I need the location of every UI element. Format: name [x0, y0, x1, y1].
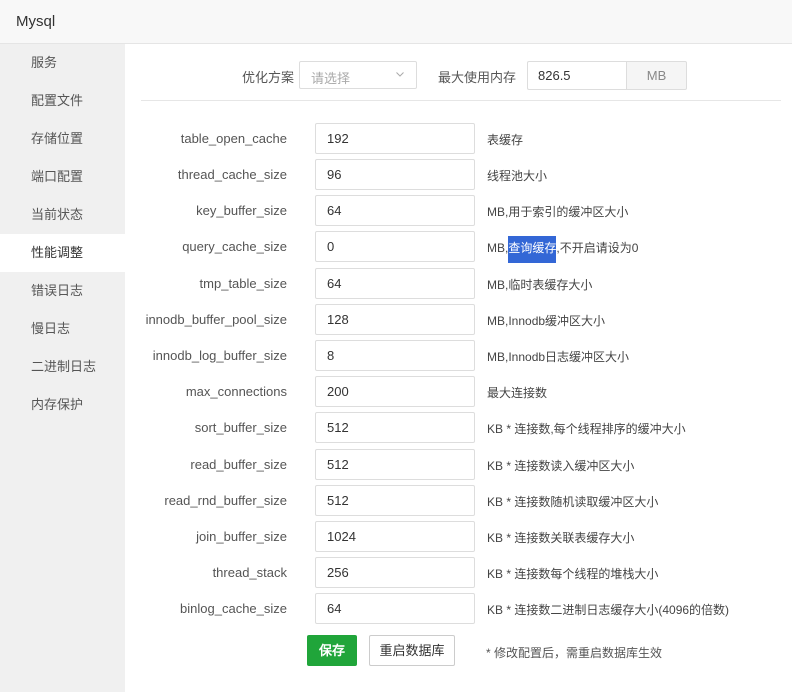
- sidebar-item-binary-log[interactable]: 二进制日志: [0, 348, 125, 386]
- param-desc: MB,查询缓存,不开启请设为0: [487, 236, 639, 263]
- param-input[interactable]: 512: [315, 412, 475, 443]
- param-row-max-connections: max_connections 200 最大连接数: [125, 376, 792, 408]
- param-name: table_open_cache: [180, 131, 287, 146]
- sidebar-item-port-config[interactable]: 端口配置: [0, 158, 125, 196]
- sidebar-item-label: 性能调整: [31, 245, 84, 260]
- param-desc-prefix: MB,: [487, 241, 509, 255]
- sidebar-item-label: 当前状态: [31, 207, 84, 222]
- param-desc: MB,Innodb日志缓冲区大小: [487, 350, 630, 364]
- param-name: binlog_cache_size: [180, 601, 287, 616]
- param-name: query_cache_size: [182, 239, 287, 254]
- param-desc-suffix: ,不开启请设为0: [556, 241, 639, 255]
- param-name: thread_cache_size: [177, 167, 287, 182]
- max-memory-input[interactable]: 826.5: [527, 61, 627, 90]
- param-row-query-cache-size: query_cache_size 0 MB,查询缓存,不开启请设为0: [125, 231, 792, 263]
- chevron-down-icon: [396, 72, 404, 77]
- sidebar-item-label: 端口配置: [31, 169, 84, 184]
- param-row-innodb-log-buffer-size: innodb_log_buffer_size 8 MB,Innodb日志缓冲区大…: [125, 340, 792, 372]
- param-input[interactable]: 8: [315, 340, 475, 371]
- param-desc: 表缓存: [487, 133, 524, 147]
- param-name: read_rnd_buffer_size: [164, 493, 287, 508]
- sidebar-item-service[interactable]: 服务: [0, 44, 125, 82]
- param-row-join-buffer-size: join_buffer_size 1024 KB * 连接数关联表缓存大小: [125, 521, 792, 553]
- max-memory-unit: MB: [626, 61, 687, 90]
- divider: [141, 100, 781, 101]
- sidebar-item-label: 存储位置: [31, 131, 84, 146]
- param-desc: KB * 连接数二进制日志缓存大小(4096的倍数): [487, 603, 730, 617]
- param-desc: KB * 连接数随机读取缓冲区大小: [487, 495, 659, 509]
- restart-note: * 修改配置后，需重启数据库生效: [486, 646, 663, 660]
- param-row-sort-buffer-size: sort_buffer_size 512 KB * 连接数,每个线程排序的缓冲大…: [125, 412, 792, 444]
- param-input[interactable]: 1024: [315, 521, 475, 552]
- param-row-thread-stack: thread_stack 256 KB * 连接数每个线程的堆栈大小: [125, 557, 792, 589]
- param-row-read-buffer-size: read_buffer_size 512 KB * 连接数读入缓冲区大小: [125, 449, 792, 481]
- param-desc: MB,临时表缓存大小: [487, 278, 593, 292]
- sidebar-item-label: 慢日志: [31, 321, 71, 336]
- window-titlebar: Mysql: [0, 0, 792, 44]
- param-desc: 最大连接数: [487, 386, 548, 400]
- param-input[interactable]: 200: [315, 376, 475, 407]
- param-row-binlog-cache-size: binlog_cache_size 64 KB * 连接数二进制日志缓存大小(4…: [125, 593, 792, 625]
- sidebar-item-error-log[interactable]: 错误日志: [0, 272, 125, 310]
- param-desc: KB * 连接数读入缓冲区大小: [487, 459, 635, 473]
- sidebar-item-label: 二进制日志: [31, 359, 97, 374]
- sidebar-item-label: 服务: [31, 55, 58, 70]
- optimize-label: 优化方案: [242, 70, 295, 85]
- param-input[interactable]: 64: [315, 268, 475, 299]
- param-name: tmp_table_size: [199, 276, 287, 291]
- selected-text-highlight: 查询缓存: [508, 236, 557, 263]
- sidebar-item-label: 配置文件: [31, 93, 84, 108]
- param-input[interactable]: 256: [315, 557, 475, 588]
- max-memory-label: 最大使用内存: [438, 70, 517, 85]
- sidebar-item-storage-location[interactable]: 存储位置: [0, 120, 125, 158]
- param-name: key_buffer_size: [196, 203, 287, 218]
- param-name: innodb_buffer_pool_size: [145, 312, 287, 327]
- param-name: join_buffer_size: [196, 529, 287, 544]
- param-row-key-buffer-size: key_buffer_size 64 MB,用于索引的缓冲区大小: [125, 195, 792, 227]
- param-input[interactable]: 128: [315, 304, 475, 335]
- param-input[interactable]: 64: [315, 593, 475, 624]
- param-input[interactable]: 192: [315, 123, 475, 154]
- param-desc: MB,Innodb缓冲区大小: [487, 314, 606, 328]
- param-input[interactable]: 64: [315, 195, 475, 226]
- param-desc: KB * 连接数每个线程的堆栈大小: [487, 567, 659, 581]
- param-name: thread_stack: [212, 565, 287, 580]
- optimize-form: 优化方案 请选择 最大使用内存 826.5 MB: [125, 44, 792, 102]
- sidebar-item-performance-tuning[interactable]: 性能调整: [0, 234, 125, 272]
- sidebar-item-config-file[interactable]: 配置文件: [0, 82, 125, 120]
- sidebar-item-slow-log[interactable]: 慢日志: [0, 310, 125, 348]
- param-desc: KB * 连接数,每个线程排序的缓冲大小: [487, 422, 686, 436]
- main-panel: 优化方案 请选择 最大使用内存 826.5 MB table_open_cach…: [125, 44, 792, 692]
- param-row-tmp-table-size: tmp_table_size 64 MB,临时表缓存大小: [125, 268, 792, 300]
- sidebar-item-label: 错误日志: [31, 283, 84, 298]
- param-input[interactable]: 96: [315, 159, 475, 190]
- sidebar-item-memory-protection[interactable]: 内存保护: [0, 386, 125, 424]
- optimize-plan-placeholder: 请选择: [311, 71, 351, 86]
- sidebar-item-current-status[interactable]: 当前状态: [0, 196, 125, 234]
- param-row-table-open-cache: table_open_cache 192 表缓存: [125, 123, 792, 155]
- param-row-read-rnd-buffer-size: read_rnd_buffer_size 512 KB * 连接数随机读取缓冲区…: [125, 485, 792, 517]
- param-name: max_connections: [185, 384, 287, 399]
- param-desc: MB,用于索引的缓冲区大小: [487, 205, 629, 219]
- sidebar: 服务 配置文件 存储位置 端口配置 当前状态 性能调整 错误日志 慢日志 二进制…: [0, 44, 125, 692]
- param-input[interactable]: 512: [315, 449, 475, 480]
- param-name: read_buffer_size: [190, 457, 287, 472]
- param-name: sort_buffer_size: [194, 420, 287, 435]
- window-title: Mysql: [16, 13, 56, 30]
- param-row-thread-cache-size: thread_cache_size 96 线程池大小: [125, 159, 792, 191]
- save-button[interactable]: 保存: [307, 635, 357, 666]
- param-row-innodb-buffer-pool-size: innodb_buffer_pool_size 128 MB,Innodb缓冲区…: [125, 304, 792, 336]
- optimize-plan-select[interactable]: 请选择: [299, 61, 417, 89]
- sidebar-item-label: 内存保护: [31, 397, 84, 412]
- param-input[interactable]: 0: [315, 231, 475, 262]
- restart-database-button[interactable]: 重启数据库: [369, 635, 455, 666]
- param-name: innodb_log_buffer_size: [152, 348, 287, 363]
- param-input[interactable]: 512: [315, 485, 475, 516]
- param-desc: KB * 连接数关联表缓存大小: [487, 531, 635, 545]
- param-desc: 线程池大小: [487, 169, 548, 183]
